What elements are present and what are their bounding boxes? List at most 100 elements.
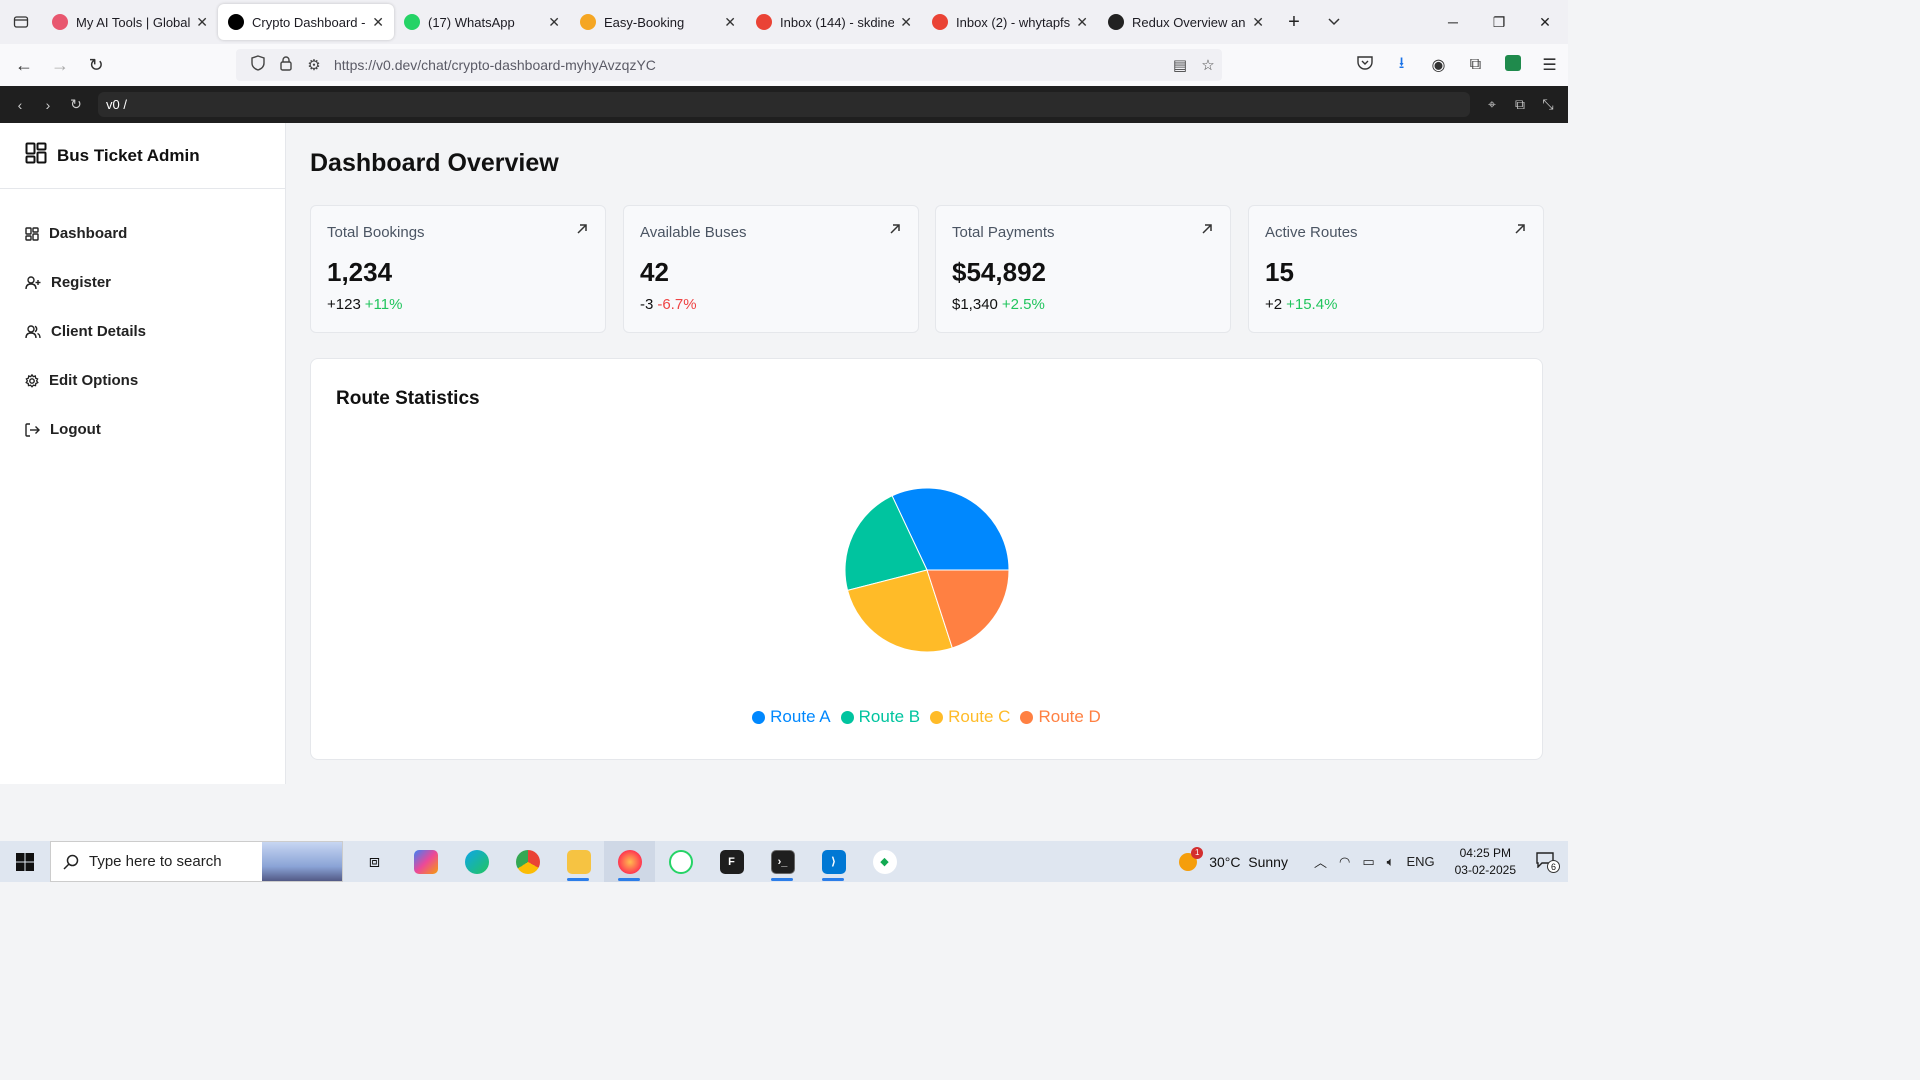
weather-widget[interactable]: 1 30°C Sunny xyxy=(1179,846,1288,871)
taskbar-search[interactable]: Type here to search xyxy=(50,841,343,882)
browser-tab[interactable]: Redux Overview and S ✕ xyxy=(1098,4,1274,40)
browser-tab[interactable]: Crypto Dashboard - v0 ✕ xyxy=(218,4,394,40)
figma-icon[interactable]: F xyxy=(706,841,757,882)
legend-label: Route C xyxy=(948,707,1011,726)
card-value: 42 xyxy=(640,257,669,287)
legend-item[interactable]: Route D xyxy=(1020,707,1101,727)
forward-button[interactable]: → xyxy=(42,47,78,83)
reload-button[interactable]: ↻ xyxy=(78,47,114,83)
start-button[interactable] xyxy=(0,841,50,882)
preview-path[interactable]: v0 / xyxy=(98,92,1470,117)
volume-icon[interactable]: 🔈︎ xyxy=(1387,854,1395,870)
sidebar-item-label: Logout xyxy=(50,421,101,438)
chart-legend: Route A Route B Route C Route D xyxy=(311,707,1542,727)
user-plus-icon xyxy=(25,275,41,289)
menu-icon[interactable]: ☰ xyxy=(1531,55,1568,75)
tab-close-icon[interactable]: ✕ xyxy=(1076,14,1088,31)
weather-text: 30°C Sunny xyxy=(1209,853,1288,870)
language-indicator[interactable]: ENG xyxy=(1406,854,1434,869)
notification-center-icon[interactable]: 6 xyxy=(1530,852,1560,873)
sidebar-item-dashboard[interactable]: Dashboard xyxy=(0,209,285,258)
preview-reload-icon[interactable]: ↻ xyxy=(62,96,90,113)
firefox-icon[interactable] xyxy=(604,841,655,882)
sidebar: Bus Ticket Admin Dashboard Register Clie… xyxy=(0,123,286,784)
card-percent: +15.4% xyxy=(1286,296,1338,313)
tab-close-icon[interactable]: ✕ xyxy=(372,14,384,31)
legend-item[interactable]: Route A xyxy=(752,707,831,727)
card-title: Total Bookings xyxy=(327,224,425,241)
main-content: Dashboard Overview Total Bookings 1,234 … xyxy=(286,123,1568,784)
browser-tab[interactable]: Inbox (144) - skdinesh ✕ xyxy=(746,4,922,40)
preview-back-icon[interactable]: ‹ xyxy=(6,97,34,113)
arrow-up-right-icon xyxy=(890,224,900,234)
minimize-button[interactable]: ─ xyxy=(1430,0,1476,44)
url-text[interactable]: https://v0.dev/chat/crypto-dashboard-myh… xyxy=(334,57,656,73)
extensions-icon[interactable]: ⧉ xyxy=(1457,56,1494,74)
terminal-icon[interactable]: ›_ xyxy=(757,841,808,882)
tab-favicon-icon xyxy=(932,14,948,30)
fullscreen-icon[interactable]: ⤡ xyxy=(1534,96,1562,113)
vscode-icon[interactable]: ⟩ xyxy=(808,841,859,882)
bookmark-star-icon[interactable]: ☆ xyxy=(1194,56,1222,74)
tab-close-icon[interactable]: ✕ xyxy=(196,14,208,31)
tab-title: Inbox (144) - skdinesh xyxy=(780,14,895,30)
extension-shield-icon[interactable] xyxy=(1494,54,1531,76)
chrome-icon[interactable] xyxy=(502,841,553,882)
dashboard-logo-icon xyxy=(25,142,47,169)
whatsapp-icon[interactable] xyxy=(655,841,706,882)
new-tab-button[interactable]: + xyxy=(1274,0,1314,44)
browser-tab[interactable]: Easy-Booking ✕ xyxy=(570,4,746,40)
wifi-icon[interactable]: ◠ xyxy=(1339,854,1350,870)
mongodb-icon[interactable]: ◆ xyxy=(859,841,910,882)
restore-button[interactable]: ❐ xyxy=(1476,0,1522,44)
copilot-icon[interactable] xyxy=(400,841,451,882)
edge-icon[interactable] xyxy=(451,841,502,882)
legend-item[interactable]: Route C xyxy=(930,707,1010,727)
tab-close-icon[interactable]: ✕ xyxy=(724,14,736,31)
back-button[interactable]: ← xyxy=(6,47,42,83)
tab-overview-icon[interactable] xyxy=(0,0,42,44)
tab-close-icon[interactable]: ✕ xyxy=(900,14,912,31)
reader-view-icon[interactable]: ▤ xyxy=(1166,56,1194,74)
tab-close-icon[interactable]: ✕ xyxy=(548,14,560,31)
tab-close-icon[interactable]: ✕ xyxy=(1252,14,1264,31)
clock[interactable]: 04:25 PM 03-02-2025 xyxy=(1455,845,1516,879)
task-view-icon[interactable]: ⧈ xyxy=(349,841,400,882)
dashboard-icon xyxy=(25,226,39,241)
lock-icon[interactable] xyxy=(272,55,300,75)
sidebar-item-client-details[interactable]: Client Details xyxy=(0,307,285,356)
close-window-button[interactable]: ✕ xyxy=(1522,0,1568,44)
weather-sun-icon: 1 xyxy=(1179,846,1204,871)
weather-badge: 1 xyxy=(1191,846,1204,859)
downloads-icon[interactable]: ⭳ xyxy=(1383,52,1420,79)
stat-card-total-bookings[interactable]: Total Bookings 1,234 +123 +11% xyxy=(310,205,606,333)
legend-dot-icon xyxy=(1020,710,1034,724)
permissions-icon[interactable]: ⚙ xyxy=(300,56,328,74)
users-icon xyxy=(25,324,41,338)
battery-icon[interactable]: ▭ xyxy=(1362,854,1374,870)
stat-card-active-routes[interactable]: Active Routes 15 +2 +15.4% xyxy=(1248,205,1544,333)
account-icon[interactable]: ◉ xyxy=(1420,55,1457,75)
shield-icon[interactable] xyxy=(244,55,272,75)
address-bar[interactable]: ⚙ https://v0.dev/chat/crypto-dashboard-m… xyxy=(236,49,1222,81)
browser-tab[interactable]: (17) WhatsApp ✕ xyxy=(394,4,570,40)
legend-item[interactable]: Route B xyxy=(840,707,920,727)
list-tabs-icon[interactable] xyxy=(1314,0,1354,44)
pocket-icon[interactable] xyxy=(1346,55,1383,75)
sidebar-item-edit-options[interactable]: Edit Options xyxy=(0,356,285,405)
stat-card-total-payments[interactable]: Total Payments $54,892 $1,340 +2.5% xyxy=(935,205,1231,333)
brand: Bus Ticket Admin xyxy=(0,123,285,189)
legend-dot-icon xyxy=(840,710,854,724)
open-new-window-icon[interactable]: ⧉ xyxy=(1506,96,1534,113)
card-title: Active Routes xyxy=(1265,224,1358,241)
chevron-up-icon[interactable]: ︿ xyxy=(1314,852,1327,871)
select-element-icon[interactable]: ⌖ xyxy=(1478,96,1506,113)
file-explorer-icon[interactable] xyxy=(553,841,604,882)
search-placeholder: Type here to search xyxy=(89,853,222,870)
preview-forward-icon[interactable]: › xyxy=(34,97,62,113)
sidebar-item-logout[interactable]: Logout xyxy=(0,405,285,454)
sidebar-item-register[interactable]: Register xyxy=(0,258,285,307)
browser-tab[interactable]: Inbox (2) - whytapfsd2 ✕ xyxy=(922,4,1098,40)
stat-card-available-buses[interactable]: Available Buses 42 -3 -6.7% xyxy=(623,205,919,333)
browser-tab[interactable]: My AI Tools | GlobalGPT ✕ xyxy=(42,4,218,40)
